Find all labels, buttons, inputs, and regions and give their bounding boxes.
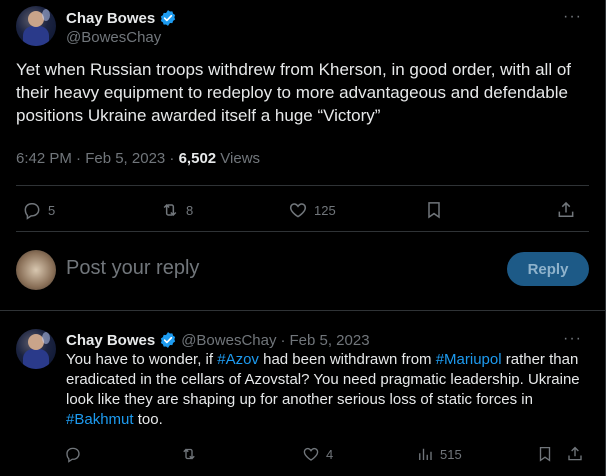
reply-action[interactable]: 5 bbox=[22, 200, 55, 220]
reply-count: 5 bbox=[48, 202, 56, 218]
reply-text-segment: had been withdrawn from bbox=[258, 351, 436, 368]
heart-icon bbox=[289, 203, 307, 218]
reply-button[interactable]: Reply bbox=[507, 252, 589, 286]
reply-text-segment: too. bbox=[133, 411, 163, 428]
divider bbox=[0, 310, 605, 311]
tweet-meta: 6:42 PM · Feb 5, 2023 · 6,502 Views bbox=[16, 150, 260, 167]
views-label: Views bbox=[216, 150, 261, 167]
separator-dot: · bbox=[280, 331, 286, 349]
analytics-icon bbox=[419, 448, 432, 460]
more-options-icon[interactable]: ··· bbox=[563, 8, 582, 26]
reply-author-row: Chay Bowes @BowesChay · Feb 5, 2023 bbox=[66, 331, 370, 349]
bookmark-action[interactable] bbox=[424, 200, 444, 220]
views-count: 6,502 bbox=[178, 150, 217, 167]
verified-badge-icon bbox=[161, 332, 176, 348]
share-icon bbox=[558, 201, 574, 217]
reply-share-action[interactable] bbox=[566, 445, 584, 463]
reply-like-count: 4 bbox=[326, 446, 334, 462]
tweet-text: Yet when Russian troops withdrew from Kh… bbox=[16, 60, 571, 125]
tweet-timestamp[interactable]: 6:42 PM · Feb 5, 2023 · bbox=[16, 150, 179, 167]
reply-icon bbox=[66, 447, 80, 463]
reply-date[interactable]: Feb 5, 2023 bbox=[289, 332, 369, 349]
reply-icon bbox=[24, 203, 40, 220]
reply-more-options-icon[interactable]: ··· bbox=[563, 330, 582, 348]
reply-input[interactable]: Post your reply bbox=[66, 257, 199, 280]
reply-views-action[interactable]: 515 bbox=[416, 445, 462, 463]
verified-badge-icon bbox=[161, 10, 176, 26]
retweet-icon bbox=[163, 203, 177, 217]
share-icon bbox=[568, 446, 582, 461]
reply-bookmark-action[interactable] bbox=[536, 445, 554, 463]
like-action[interactable]: 125 bbox=[288, 200, 336, 220]
author-name[interactable]: Chay Bowes bbox=[66, 10, 155, 27]
heart-icon bbox=[303, 447, 319, 461]
reply-author-handle[interactable]: @BowesChay bbox=[181, 332, 276, 349]
current-user-avatar[interactable] bbox=[16, 250, 56, 290]
reply-reply-action[interactable] bbox=[64, 445, 82, 463]
divider bbox=[16, 185, 589, 186]
reply-like-action[interactable]: 4 bbox=[302, 445, 333, 463]
reply-text-segment: You have to wonder, if bbox=[66, 351, 218, 368]
reply-tweet-text: You have to wonder, if #Azov had been wi… bbox=[66, 350, 586, 430]
like-count: 125 bbox=[314, 202, 336, 218]
reply-author-name[interactable]: Chay Bowes bbox=[66, 332, 155, 349]
bookmark-icon bbox=[428, 202, 440, 219]
reply-author-avatar[interactable] bbox=[16, 329, 56, 369]
retweet-action[interactable]: 8 bbox=[160, 200, 193, 220]
retweet-count: 8 bbox=[186, 202, 194, 218]
reply-views-count: 515 bbox=[440, 446, 462, 462]
author-name-row: Chay Bowes bbox=[66, 9, 177, 27]
divider bbox=[16, 231, 589, 232]
retweet-icon bbox=[183, 448, 195, 460]
author-avatar[interactable] bbox=[16, 6, 56, 46]
bookmark-icon bbox=[539, 446, 551, 462]
hashtag-link[interactable]: #Bakhmut bbox=[66, 411, 134, 428]
hashtag-link[interactable]: #Mariupol bbox=[436, 351, 502, 368]
author-handle[interactable]: @BowesChay bbox=[66, 29, 161, 46]
share-action[interactable] bbox=[556, 200, 576, 220]
hashtag-link[interactable]: #Azov bbox=[217, 351, 259, 368]
reply-retweet-action[interactable] bbox=[180, 445, 198, 463]
